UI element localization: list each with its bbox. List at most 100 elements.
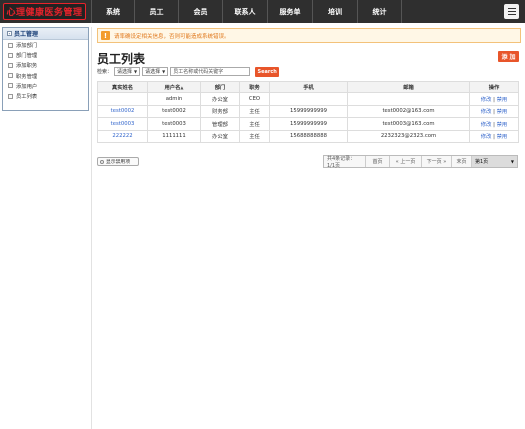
search-bar: 检索： 请选择 ▼ 请选择 ▼ 员工名称或代码关键字 Search	[97, 66, 280, 77]
sidebar-title: 员工管理	[14, 31, 39, 38]
cell-department: 财务部	[200, 104, 240, 118]
col-header-actions: 操作	[469, 81, 519, 93]
cell-phone: 15999999999	[269, 117, 348, 131]
col-header-phone[interactable]: 手机	[269, 81, 348, 93]
col-header-label: 用户名	[164, 85, 181, 91]
nav-item-service-order[interactable]: 服务单	[268, 0, 313, 23]
edit-link[interactable]: 修改	[481, 134, 492, 140]
tree-node-icon	[8, 93, 13, 99]
nav-item-system[interactable]: 系统	[91, 0, 135, 23]
collapse-icon[interactable]: -	[7, 31, 12, 36]
app-logo[interactable]: 心理健康医务管理	[3, 3, 86, 20]
cell-name-link[interactable]: test0002	[97, 104, 148, 118]
table-header-row: 真实姓名 用户名▲ 部门 职务 手机 邮箱 操作	[97, 81, 519, 93]
cell-position: 主任	[239, 129, 270, 143]
cell-position: CEO	[239, 92, 270, 106]
search-button[interactable]: Search	[255, 66, 280, 77]
show-disabled-label: 显示禁用项	[106, 160, 130, 165]
cell-department: 办公室	[200, 129, 240, 143]
disable-link[interactable]: 禁用	[497, 122, 508, 128]
sidebar-item-add-user[interactable]: 添加用户	[3, 81, 88, 91]
edit-link[interactable]: 修改	[481, 122, 492, 128]
position-select[interactable]: 请选择 ▼	[142, 67, 169, 76]
chevron-down-icon: ▼	[134, 69, 138, 74]
page-select[interactable]: 第1页 ▼	[472, 156, 517, 167]
hamburger-menu-icon[interactable]	[504, 4, 519, 19]
cell-email: 2232323@2323.com	[347, 129, 470, 143]
search-label: 检索：	[97, 69, 113, 75]
keyword-input[interactable]: 员工名称或代码关键字	[170, 67, 251, 76]
sidebar-item-position-manage[interactable]: 职务管理	[3, 71, 88, 81]
sidebar-item-label: 职务管理	[16, 73, 38, 80]
col-header-username[interactable]: 用户名▲	[147, 81, 201, 93]
nav-item-training[interactable]: 培训	[313, 0, 358, 23]
tree-node-icon	[8, 42, 13, 48]
nav-item-member[interactable]: 会员	[179, 0, 223, 23]
cell-name-link[interactable]	[97, 92, 148, 106]
cell-email: test0003@163.com	[347, 117, 470, 131]
table-row: admin 办公室 CEO 修改 | 禁用	[97, 92, 519, 106]
staff-table: 真实姓名 用户名▲ 部门 职务 手机 邮箱 操作 admin 办公室 CEO 修…	[97, 81, 519, 143]
next-page-button[interactable]: 下一页 »	[422, 156, 452, 167]
tree-node-icon	[8, 52, 13, 58]
sidebar-item-label: 添加职务	[16, 63, 38, 70]
disable-link[interactable]: 禁用	[497, 109, 508, 115]
cell-actions: 修改 | 禁用	[469, 92, 519, 106]
tree-node-icon	[8, 62, 13, 68]
show-disabled-toggle[interactable]: 显示禁用项	[97, 157, 139, 166]
last-page-button[interactable]: 末页	[452, 156, 472, 167]
page-title: 员工列表	[97, 52, 146, 66]
cell-phone	[269, 92, 348, 106]
edit-link[interactable]: 修改	[481, 109, 492, 115]
cell-name-link[interactable]: test0003	[97, 117, 148, 131]
table-row: test0002 test0002 财务部 主任 15999999999 tes…	[97, 104, 519, 118]
select-value: 请选择	[145, 69, 161, 75]
first-page-button[interactable]: 首页	[366, 156, 390, 167]
col-header-position[interactable]: 职务	[239, 81, 270, 93]
action-separator: |	[493, 96, 495, 103]
pagination-total: 共4条记录：1/1页	[324, 156, 366, 169]
sidebar-item-label: 部门管理	[16, 53, 38, 60]
sidebar-item-add-position[interactable]: 添加职务	[3, 60, 88, 70]
top-nav-bar: 心理健康医务管理 系统 员工 会员 联系人 服务单 培训 统计	[0, 0, 525, 23]
sidebar-header[interactable]: - 员工管理	[3, 28, 88, 40]
select-value: 请选择	[117, 69, 133, 75]
cell-position: 主任	[239, 104, 270, 118]
sidebar-item-department-manage[interactable]: 部门管理	[3, 50, 88, 60]
sidebar-item-label: 添加部门	[16, 43, 38, 50]
col-header-email[interactable]: 邮箱	[347, 81, 470, 93]
col-header-department[interactable]: 部门	[200, 81, 240, 93]
sidebar: - 员工管理 添加部门 部门管理 添加职务 职务管理 添加用户 员工列表	[2, 27, 89, 111]
page-select-value: 第1页	[475, 159, 489, 165]
edit-link[interactable]: 修改	[481, 97, 492, 103]
sidebar-divider	[91, 27, 92, 429]
cell-name-link[interactable]: 222222	[97, 129, 148, 143]
sidebar-item-add-department[interactable]: 添加部门	[3, 40, 88, 50]
cell-username: test0002	[147, 104, 201, 118]
nav-item-contact[interactable]: 联系人	[223, 0, 268, 23]
tree-node-icon	[8, 73, 13, 79]
cell-username: admin	[147, 92, 201, 106]
sidebar-item-staff-list[interactable]: 员工列表	[3, 91, 88, 101]
cell-username: 1111111	[147, 129, 201, 143]
cell-department: 管理部	[200, 117, 240, 131]
nav-item-staff[interactable]: 员工	[135, 0, 179, 23]
prev-page-button[interactable]: « 上一页	[390, 156, 422, 167]
toggle-circle-icon	[100, 159, 104, 164]
sort-asc-icon[interactable]: ▲	[180, 85, 183, 90]
warning-bar: ! 请率确设定相关信息，否则可能造成系统错误。	[97, 28, 521, 43]
col-header-name[interactable]: 真实姓名	[97, 81, 148, 93]
warning-text: 请率确设定相关信息，否则可能造成系统错误。	[114, 33, 230, 40]
cell-position: 主任	[239, 117, 270, 131]
chevron-down-icon: ▼	[510, 159, 514, 164]
disable-link[interactable]: 禁用	[497, 134, 508, 140]
department-select[interactable]: 请选择 ▼	[114, 67, 141, 76]
nav-item-statistics[interactable]: 统计	[358, 0, 402, 23]
add-button[interactable]: 添 加	[498, 51, 519, 62]
cell-actions: 修改 | 禁用	[469, 129, 519, 143]
cell-email	[347, 92, 470, 106]
chevron-down-icon: ▼	[162, 69, 166, 74]
table-row: 222222 1111111 办公室 主任 15688888888 223232…	[97, 129, 519, 143]
action-separator: |	[493, 109, 495, 116]
disable-link[interactable]: 禁用	[497, 97, 508, 103]
